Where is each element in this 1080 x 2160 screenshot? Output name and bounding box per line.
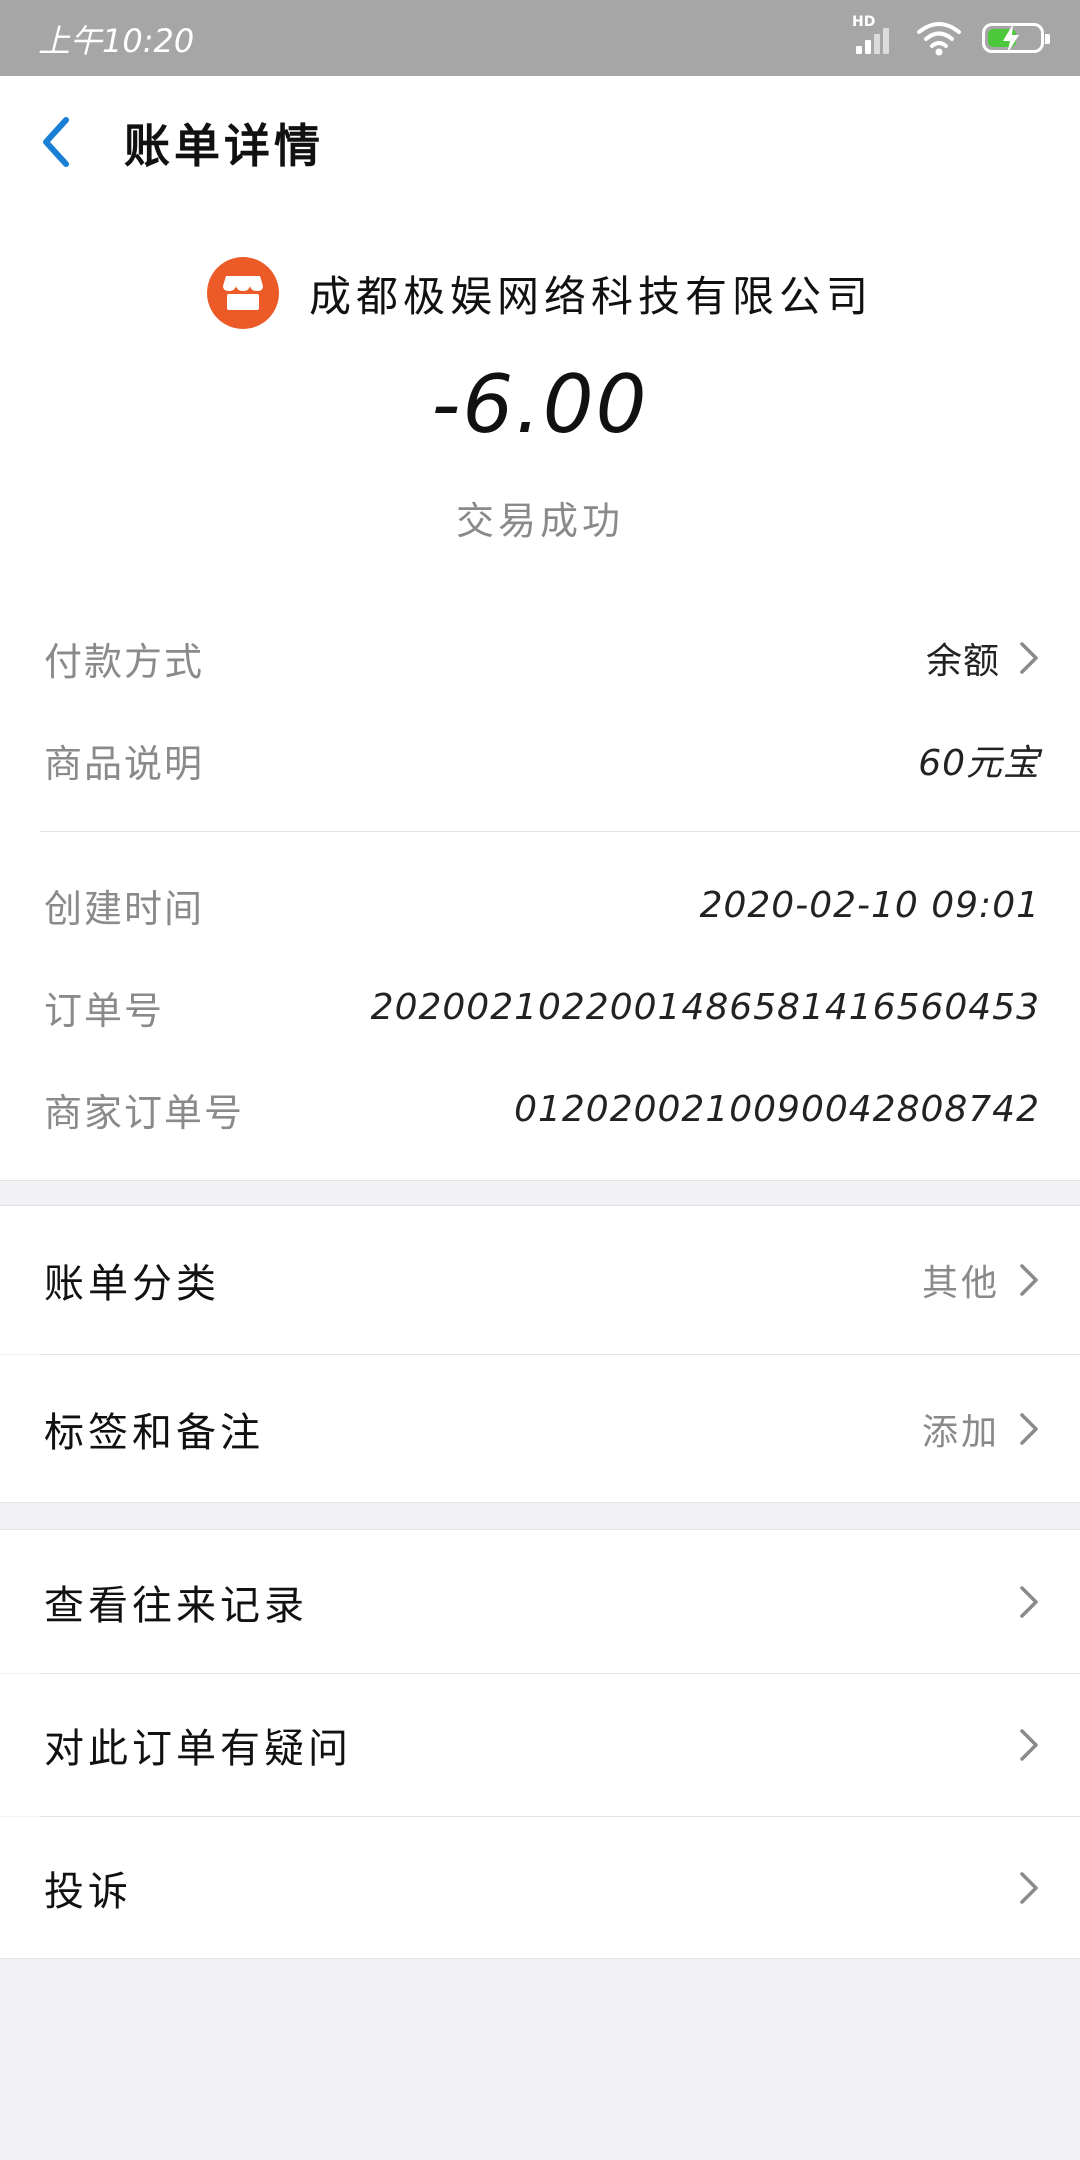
tags-notes-value: 添加 [921, 1411, 1000, 1453]
status-bar: 上午10:20 HD [0, 0, 1080, 76]
network-badge: HD [852, 14, 876, 30]
merchant-name: 成都极娱网络科技有限公司 [308, 271, 873, 321]
merchant-order-label: 商家订单号 [44, 1090, 245, 1135]
chevron-right-icon [1020, 1729, 1038, 1761]
complaint-row[interactable]: 投诉 [0, 1817, 1080, 1959]
created-time-row: 创建时间 2020-02-10 09:01 [44, 875, 1040, 935]
chevron-right-icon [1020, 1264, 1038, 1296]
order-number-value: 2020021022001486581416560453 [370, 986, 1040, 1028]
goods-label: 商品说明 [44, 741, 205, 786]
payment-method-value: 余额 [926, 632, 1040, 684]
chevron-right-icon [1020, 1871, 1038, 1904]
complaint-label: 投诉 [44, 1868, 132, 1915]
back-button[interactable] [36, 114, 86, 170]
bill-category-row[interactable]: 账单分类 其他 [0, 1206, 1080, 1354]
shop-icon [206, 257, 279, 329]
nav-bar: 账单详情 [0, 76, 1080, 209]
trade-status: 交易成功 [455, 499, 624, 543]
section-gap [0, 1180, 1080, 1206]
view-history-row[interactable]: 查看往来记录 [0, 1530, 1080, 1673]
battery-icon [982, 23, 1050, 54]
complaint-chevron-wrap [1000, 1870, 1040, 1906]
view-history-label: 查看往来记录 [44, 1582, 308, 1629]
page-title: 账单详情 [124, 119, 324, 173]
bill-category-value-wrap: 其他 [922, 1254, 1040, 1306]
chevron-right-icon [1020, 1585, 1038, 1618]
bill-category-label: 账单分类 [44, 1261, 220, 1307]
view-history-chevron-wrap [1000, 1584, 1040, 1620]
bill-summary: 成都极娱网络科技有限公司 -6.00 交易成功 付款方式 余额 商品说明 60元… [0, 208, 1080, 1180]
order-question-chevron-wrap [1000, 1727, 1040, 1763]
merchant-order-value: 0120200210090042808742 [514, 1088, 1040, 1130]
order-question-row[interactable]: 对此订单有疑问 [0, 1674, 1080, 1816]
bill-category-value: 其他 [921, 1263, 1000, 1304]
goods-value: 60元宝 [918, 743, 1040, 784]
chevron-left-icon [43, 117, 69, 167]
tags-notes-label: 标签和备注 [44, 1409, 264, 1456]
tags-notes-row[interactable]: 标签和备注 添加 [0, 1355, 1080, 1502]
merchant-order-row: 商家订单号 0120200210090042808742 [44, 1079, 1040, 1139]
wifi-icon [917, 22, 961, 56]
created-time-value: 2020-02-10 09:01 [699, 884, 1040, 926]
cellular-signal-icon: HD [852, 14, 896, 58]
chevron-right-icon [1020, 642, 1038, 674]
payment-method-label: 付款方式 [44, 639, 205, 684]
status-time: 上午10:20 [38, 22, 195, 60]
chevron-right-icon [1020, 1412, 1038, 1445]
amount: -6.00 [431, 358, 649, 451]
goods-row: 商品说明 60元宝 [44, 730, 1040, 790]
order-number-row: 订单号 2020021022001486581416560453 [44, 977, 1040, 1037]
order-number-label: 订单号 [44, 988, 165, 1033]
order-question-label: 对此订单有疑问 [44, 1726, 352, 1772]
divider [40, 831, 1080, 832]
tags-notes-value-wrap: 添加 [922, 1403, 1040, 1455]
section-gap [0, 1502, 1080, 1530]
payment-method-row[interactable]: 付款方式 余额 [44, 628, 1040, 688]
status-icons: HD [852, 14, 1050, 60]
merchant-row: 成都极娱网络科技有限公司 [0, 248, 1080, 338]
created-time-label: 创建时间 [44, 886, 205, 931]
payment-method-text: 余额 [925, 641, 1000, 682]
